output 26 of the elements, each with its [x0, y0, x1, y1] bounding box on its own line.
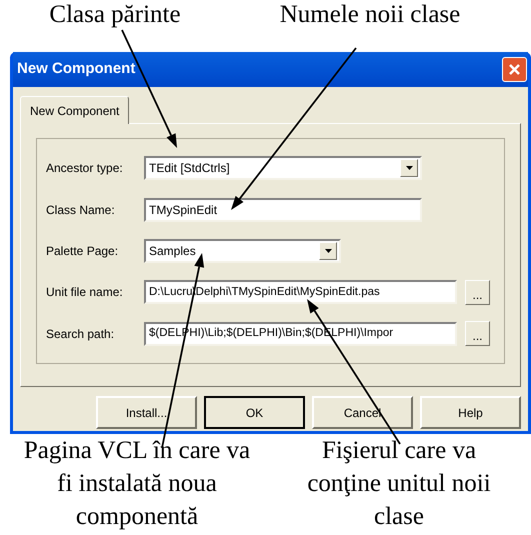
dropdown-button[interactable] — [319, 242, 337, 260]
input-field[interactable]: TMySpinEdit — [144, 198, 422, 222]
dropdown-arrow-icon — [324, 248, 332, 253]
field-label: Search path: — [46, 326, 116, 343]
annotation: Numele noii clase — [278, 0, 462, 30]
annotation: Pagina VCL în care va fi instalată noua componentă — [22, 436, 252, 532]
field-label: Class Name: — [46, 202, 116, 219]
window-title: New Component — [17, 59, 136, 80]
dialog-button[interactable]: OK — [204, 396, 305, 429]
dialog-button[interactable]: Cancel — [312, 396, 413, 429]
tab[interactable]: New Component — [20, 96, 130, 124]
close-icon — [508, 63, 521, 76]
dropdown-arrow-icon — [406, 166, 412, 170]
browse-button[interactable]: ... — [465, 321, 490, 346]
dropdown-field[interactable]: TEdit [StdCtrls] — [144, 156, 422, 180]
dropdown-button[interactable] — [400, 159, 418, 178]
field-label: Unit file name: — [46, 284, 124, 302]
field-label: Palette Page: — [46, 242, 120, 260]
dialog-button[interactable]: Install... — [96, 396, 197, 429]
dialog-button[interactable]: Help — [420, 396, 521, 429]
field-label: Ancestor type: — [46, 160, 124, 178]
annotation: Clasa părinte — [48, 0, 182, 30]
browse-button[interactable]: ... — [465, 280, 490, 305]
close-button[interactable] — [502, 57, 527, 82]
dropdown-field[interactable]: Samples — [144, 238, 341, 263]
annotation: Fişierul care va conţine unitul noii clase — [306, 436, 492, 532]
